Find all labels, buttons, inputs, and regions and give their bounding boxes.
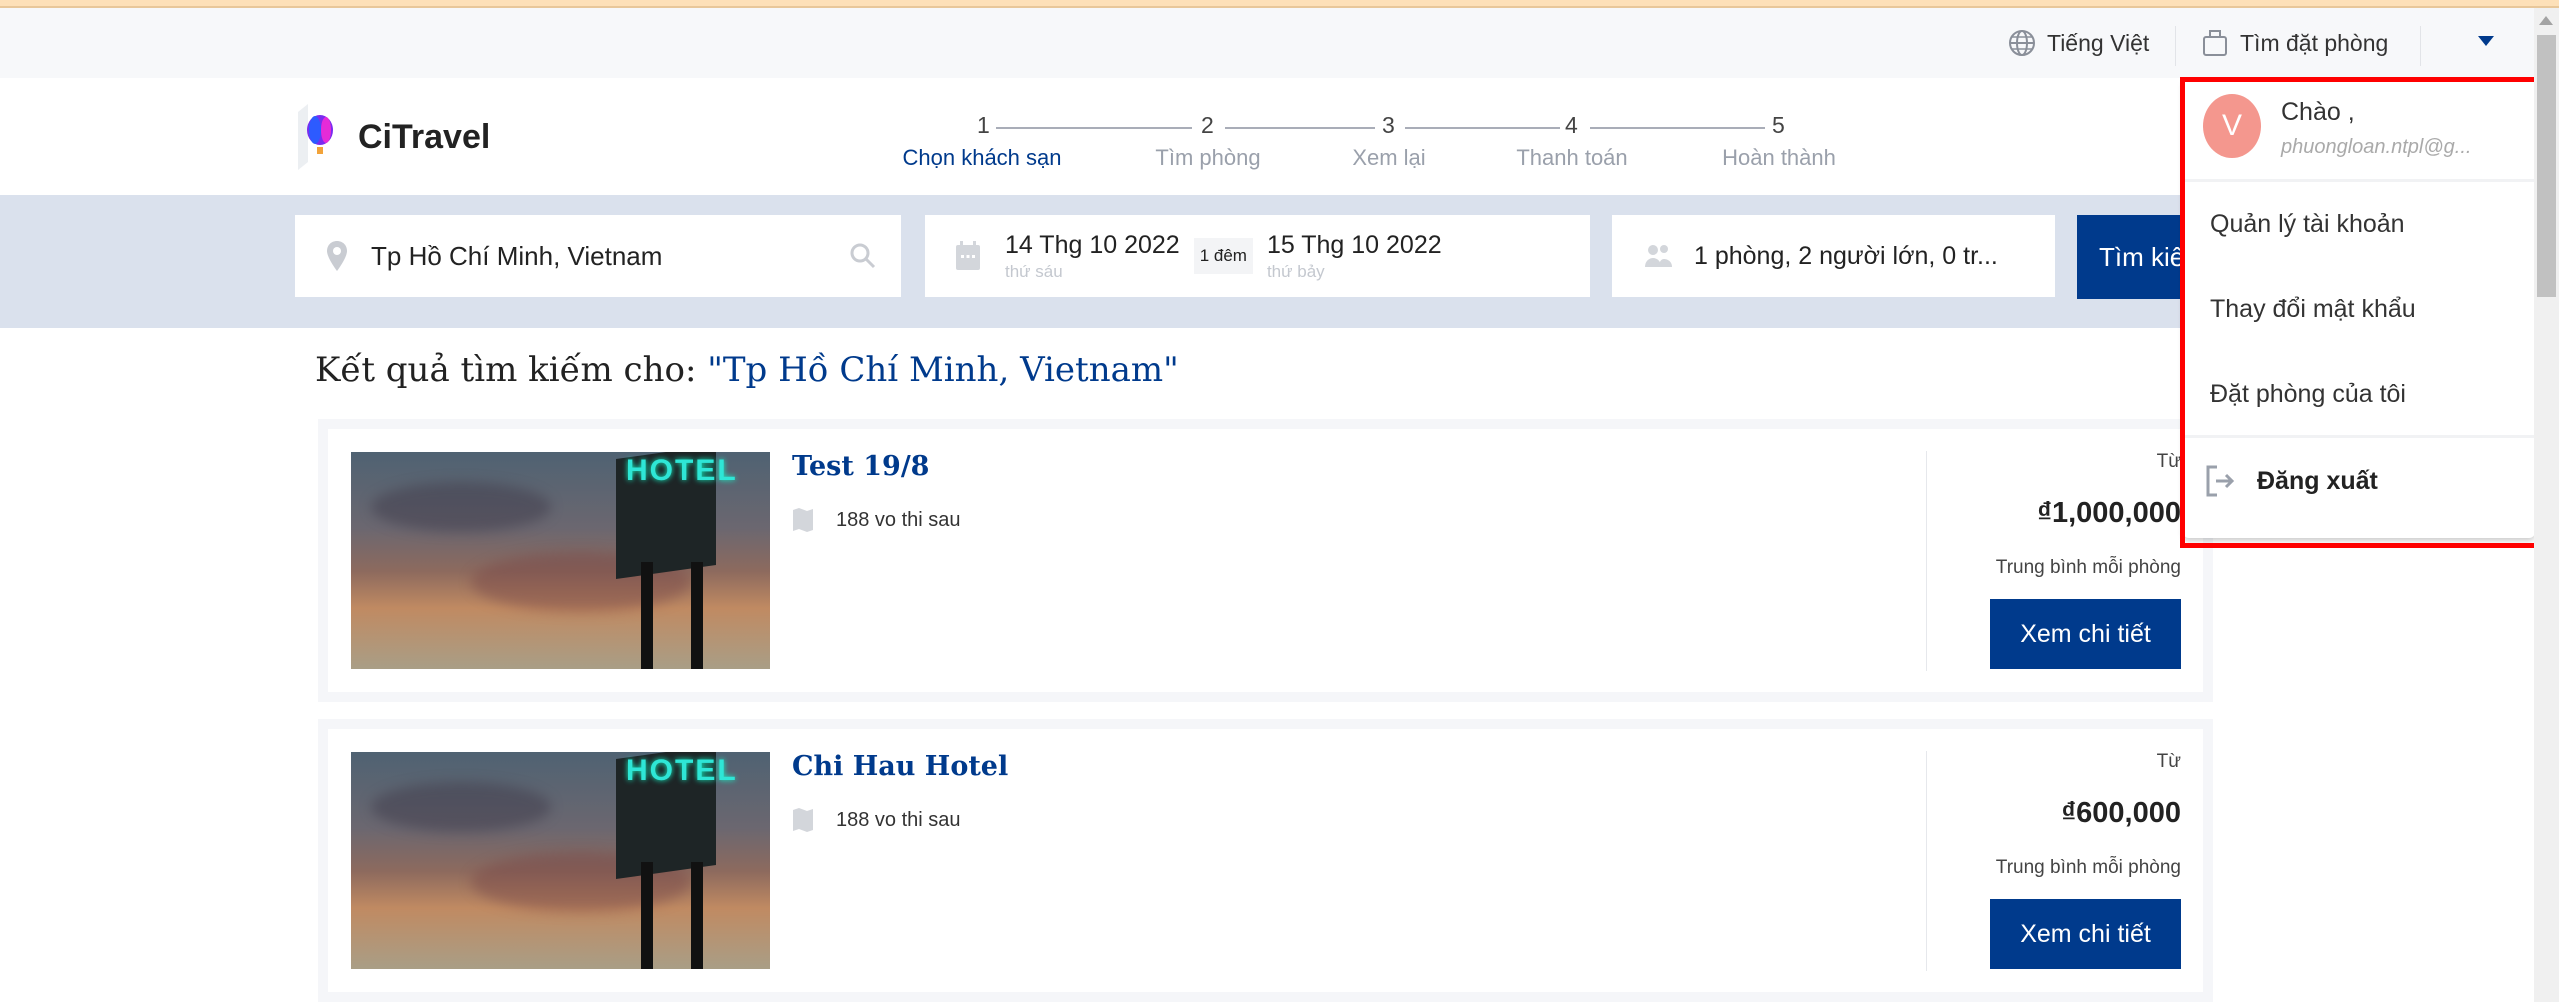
hotel-name[interactable]: Chi Hau Hotel <box>792 751 1008 782</box>
people-icon <box>1645 245 1672 267</box>
account-dropdown-caret-icon[interactable] <box>2478 36 2494 46</box>
language-label: Tiếng Việt <box>2047 29 2150 56</box>
map-icon <box>793 808 813 832</box>
price-note: Trung bình mỗi phòng <box>1995 557 2181 578</box>
step-connector <box>1225 127 1375 129</box>
scroll-up-arrow-icon[interactable] <box>2539 16 2553 25</box>
results-prefix: Kết quả tìm kiếm cho: <box>315 350 708 390</box>
location-value: Tp Hồ Chí Minh, Vietnam <box>371 240 663 271</box>
hotel-name[interactable]: Test 19/8 <box>792 451 929 482</box>
step-2-label: Tìm phòng <box>1155 145 1261 170</box>
top-bar <box>0 8 2534 78</box>
checkin-weekday: thứ sáu <box>1005 261 1063 281</box>
date-range-picker[interactable]: 14 Thg 10 2022 thứ sáu 1 đêm 15 Thg 10 2… <box>925 215 1590 297</box>
find-booking-label: Tìm đặt phòng <box>2240 29 2389 56</box>
hotel-card: HOTEL Test 19/8 188 vo thi sau Từ ₫1,000… <box>318 419 2213 702</box>
search-icon[interactable] <box>849 242 877 270</box>
step-connector <box>1590 127 1765 129</box>
checkout-date: 15 Thg 10 2022 <box>1266 230 1442 259</box>
step-5-label: Hoàn thành <box>1722 145 1836 170</box>
hotel-card: HOTEL Chi Hau Hotel 188 vo thi sau Từ ₫6… <box>318 719 2213 1002</box>
calendar-icon <box>956 241 980 270</box>
step-3-label: Xem lại <box>1352 145 1426 170</box>
step-1-label: Chọn khách sạn <box>902 145 1062 170</box>
step-3-number: 3 <box>1382 112 1395 138</box>
scrollbar-thumb[interactable] <box>2537 35 2556 297</box>
step-4-label: Thanh toán <box>1516 145 1628 170</box>
hotel-image[interactable]: HOTEL <box>351 752 770 969</box>
briefcase-icon <box>2203 30 2227 56</box>
highlight-box <box>2180 77 2540 548</box>
globe-icon <box>2009 30 2035 56</box>
step-5-number: 5 <box>1772 112 1785 138</box>
map-pin-icon <box>327 241 347 271</box>
hotel-image[interactable]: HOTEL <box>351 452 770 669</box>
address-text: 188 vo thi sau <box>836 508 961 531</box>
guests-value: 1 phòng, 2 người lớn, 0 tr... <box>1694 241 1998 270</box>
step-connector <box>1405 127 1560 129</box>
view-details-button[interactable]: Xem chi tiết <box>1990 599 2181 669</box>
step-4-number: 4 <box>1565 112 1578 138</box>
hotel-address: 188 vo thi sau <box>792 507 961 533</box>
divider <box>1926 451 1927 671</box>
step-connector <box>996 127 1192 129</box>
divider <box>2420 26 2421 66</box>
sign-text: HOTEL <box>626 754 738 787</box>
hotel-price: ₫1,000,000 <box>2037 497 2181 529</box>
brand-name: CiTravel <box>358 117 491 156</box>
results-title: Kết quả tìm kiếm cho: "Tp Hồ Chí Minh, V… <box>315 350 1179 390</box>
address-text: 188 vo thi sau <box>836 808 961 831</box>
hotel-address: 188 vo thi sau <box>792 807 961 833</box>
location-input[interactable]: Tp Hồ Chí Minh, Vietnam <box>295 215 901 297</box>
hotel-price: ₫600,000 <box>2061 797 2181 829</box>
nights-badge: 1 đêm <box>1193 238 1253 274</box>
find-booking-link[interactable]: Tìm đặt phòng <box>2200 8 2388 78</box>
sign-text: HOTEL <box>626 454 738 487</box>
results-query: "Tp Hồ Chí Minh, Vietnam" <box>707 350 1179 390</box>
divider <box>1926 751 1927 971</box>
logo[interactable]: CiTravel <box>294 102 490 172</box>
divider <box>2175 26 2176 66</box>
guests-selector[interactable]: 1 phòng, 2 người lớn, 0 tr... <box>1612 215 2055 297</box>
view-details-button[interactable]: Xem chi tiết <box>1990 899 2181 969</box>
checkin-date: 14 Thg 10 2022 <box>1005 230 1180 259</box>
price-from-label: Từ <box>2156 451 2181 472</box>
price-note: Trung bình mỗi phòng <box>1995 857 2181 878</box>
step-1-number: 1 <box>977 112 990 138</box>
checkout-weekday: thứ bảy <box>1266 261 1325 281</box>
language-selector[interactable]: Tiếng Việt <box>2007 8 2149 78</box>
browser-notice-strip <box>0 0 2559 8</box>
step-2-number: 2 <box>1201 112 1214 138</box>
map-icon <box>793 508 813 532</box>
balloon-logo-icon <box>298 104 333 170</box>
price-from-label: Từ <box>2156 751 2181 772</box>
